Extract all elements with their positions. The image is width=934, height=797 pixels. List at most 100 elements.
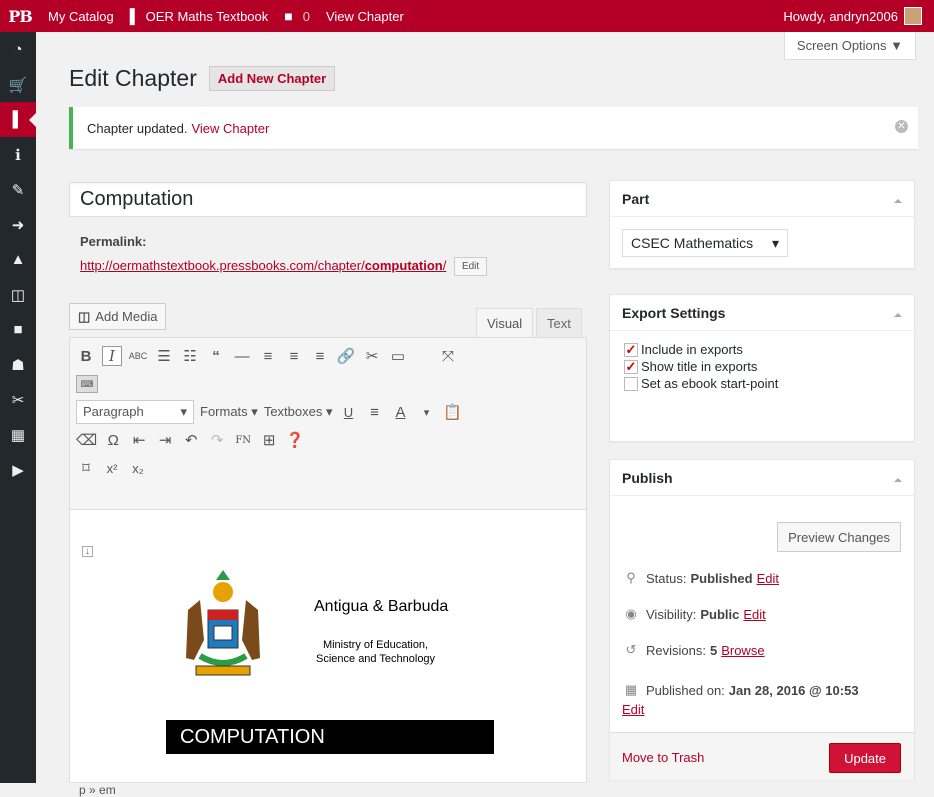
main-content: Screen Options ▼ Edit Chapter Add New Ch… (36, 32, 934, 783)
align-left-icon[interactable]: ≡ (258, 348, 278, 365)
editor-toolbar: B I ABC ☰ ☷ “ — ≡ ≡ ≡ 🔗 ✂ ▭ ⤧ ⌨ Paragrap (70, 338, 586, 510)
status-edit-link[interactable]: Edit (757, 571, 779, 586)
justify-icon[interactable]: ≡ (365, 404, 385, 421)
screen-options-button[interactable]: Screen Options ▼ (784, 32, 916, 60)
dismiss-icon[interactable]: ✕ (895, 120, 908, 133)
eye-icon: ◉ (622, 606, 640, 622)
pressbooks-logo[interactable]: PB (0, 7, 40, 26)
comments-icon[interactable]: ■ (0, 312, 36, 347)
formats-dropdown[interactable]: Formats ▾ (200, 404, 258, 420)
redo-icon[interactable]: ↷ (207, 431, 227, 449)
bold-icon[interactable]: B (76, 348, 96, 365)
numbered-list-icon[interactable]: ☷ (180, 347, 200, 365)
text-color-dropdown-icon[interactable]: ▾ (417, 406, 437, 419)
help-icon[interactable]: ❓ (285, 431, 305, 449)
published-on-row: ▦ Published on: Jan 28, 2016 @ 10:53 Edi… (622, 682, 902, 717)
align-right-icon[interactable]: ≡ (310, 348, 330, 365)
collapse-icon[interactable] (894, 309, 902, 317)
align-center-icon[interactable]: ≡ (284, 348, 304, 365)
dashboard-icon[interactable]: ◔ (0, 32, 36, 67)
stats-icon[interactable]: ▦ (0, 417, 36, 452)
title-input[interactable]: Computation (69, 182, 587, 217)
users-icon[interactable]: ☗ (0, 347, 36, 382)
browse-revisions-link[interactable]: Browse (721, 643, 764, 658)
preview-changes-button[interactable]: Preview Changes (777, 522, 901, 552)
table-icon[interactable]: ⊞ (259, 431, 279, 449)
ebook-start-point-checkbox[interactable]: Set as ebook start-point (624, 375, 914, 392)
permalink: Permalink: http://oermathstextbook.press… (80, 234, 487, 276)
visibility-edit-link[interactable]: Edit (743, 607, 765, 622)
part-select[interactable]: CSEC Mathematics ▾ (622, 229, 788, 257)
permalink-edit-button[interactable]: Edit (454, 257, 487, 276)
tools-icon[interactable]: ✂ (0, 382, 36, 417)
checkbox-label: Set as ebook start-point (641, 376, 778, 391)
subscript-icon[interactable]: x₂ (128, 461, 148, 476)
italic-icon[interactable]: I (102, 346, 122, 366)
permalink-link[interactable]: http://oermathstextbook.pressbooks.com/c… (80, 258, 446, 273)
add-new-chapter-button[interactable]: Add New Chapter (209, 66, 335, 91)
bullet-list-icon[interactable]: ☰ (154, 347, 174, 365)
account-menu[interactable]: Howdy, andryn2006 (783, 0, 922, 32)
revisions-label: Revisions: (646, 643, 706, 658)
textboxes-dropdown[interactable]: Textboxes ▾ (264, 404, 333, 420)
superscript-icon[interactable]: x² (102, 461, 122, 476)
view-chapter-link[interactable]: View Chapter (318, 0, 412, 32)
part-box-header[interactable]: Part (610, 181, 914, 217)
info-icon[interactable]: ℹ (0, 137, 36, 172)
strikethrough-icon[interactable]: ABC (128, 351, 148, 361)
tab-visual[interactable]: Visual (476, 308, 533, 338)
shop-icon[interactable]: ▲ (0, 242, 36, 277)
include-in-exports-checkbox[interactable]: ✓ Include in exports (624, 341, 914, 358)
paste-text-icon[interactable]: 📋 (443, 403, 463, 421)
special-character-icon[interactable]: Ω (103, 432, 123, 449)
publish-box-header[interactable]: Publish (610, 460, 914, 496)
read-more-icon[interactable]: ▭ (388, 347, 408, 365)
collapse-icon[interactable] (894, 195, 902, 203)
blockquote-icon[interactable]: “ (206, 348, 226, 365)
indent-icon[interactable]: ⇥ (155, 431, 175, 449)
fullscreen-icon[interactable]: ⤧ (438, 348, 458, 365)
checkbox-label: Show title in exports (641, 359, 757, 374)
publish-box-title: Publish (622, 470, 673, 486)
underline-icon[interactable]: U (339, 405, 359, 420)
show-title-in-exports-checkbox[interactable]: ✓ Show title in exports (624, 358, 914, 375)
editor-content[interactable]: ↓ Antigua & Barbuda Ministry of Educatio… (70, 510, 586, 750)
pin-icon: ⚲ (622, 570, 640, 586)
export-options: ✓ Include in exports ✓ Show title in exp… (610, 331, 914, 392)
paragraph-format-select[interactable]: Paragraph ▾ (76, 400, 194, 424)
media-icon[interactable]: ◫ (0, 277, 36, 312)
update-button[interactable]: Update (829, 743, 901, 773)
export-icon[interactable]: ➜ (0, 207, 36, 242)
export-settings-header[interactable]: Export Settings (610, 295, 914, 331)
cart-icon[interactable]: 🛒 (0, 67, 36, 102)
add-media-button[interactable]: ◫ Add Media (69, 303, 166, 330)
checkbox-label: Include in exports (641, 342, 743, 357)
published-on-edit-link[interactable]: Edit (622, 702, 902, 717)
status-row: ⚲ Status: Published Edit (622, 570, 779, 586)
collapse-icon[interactable] (894, 474, 902, 482)
footnote-button[interactable]: FN (233, 435, 253, 446)
calendar-icon: ▦ (622, 682, 640, 698)
book-menu-icon[interactable]: ▌ (0, 102, 36, 137)
outdent-icon[interactable]: ⇤ (129, 431, 149, 449)
formats-label: Formats (200, 404, 248, 419)
pin-icon[interactable]: ✎ (0, 172, 36, 207)
unlink-icon[interactable]: ✂ (362, 347, 382, 365)
avatar (904, 7, 922, 25)
link-icon[interactable]: 🔗 (336, 347, 356, 365)
eraser-icon[interactable]: ⌫ (76, 431, 97, 449)
notice-view-chapter-link[interactable]: View Chapter (191, 121, 269, 136)
bookmark-icon[interactable]: ⌑ (76, 459, 96, 477)
undo-icon[interactable]: ↶ (181, 431, 201, 449)
play-icon[interactable]: ▶ (0, 452, 36, 487)
comments-link[interactable]: ■ 0 (276, 0, 318, 32)
export-settings-box: Export Settings ✓ Include in exports ✓ S… (609, 294, 915, 442)
checkbox-unchecked-icon (624, 377, 638, 391)
move-to-trash-link[interactable]: Move to Trash (622, 750, 704, 765)
text-color-icon[interactable]: A (391, 404, 411, 421)
book-title-link[interactable]: ▌ OER Maths Textbook (122, 0, 277, 32)
tab-text[interactable]: Text (536, 308, 582, 338)
horizontal-line-icon[interactable]: — (232, 348, 252, 365)
my-catalog-link[interactable]: My Catalog (40, 0, 122, 32)
toolbar-toggle-icon[interactable]: ⌨ (76, 375, 98, 393)
